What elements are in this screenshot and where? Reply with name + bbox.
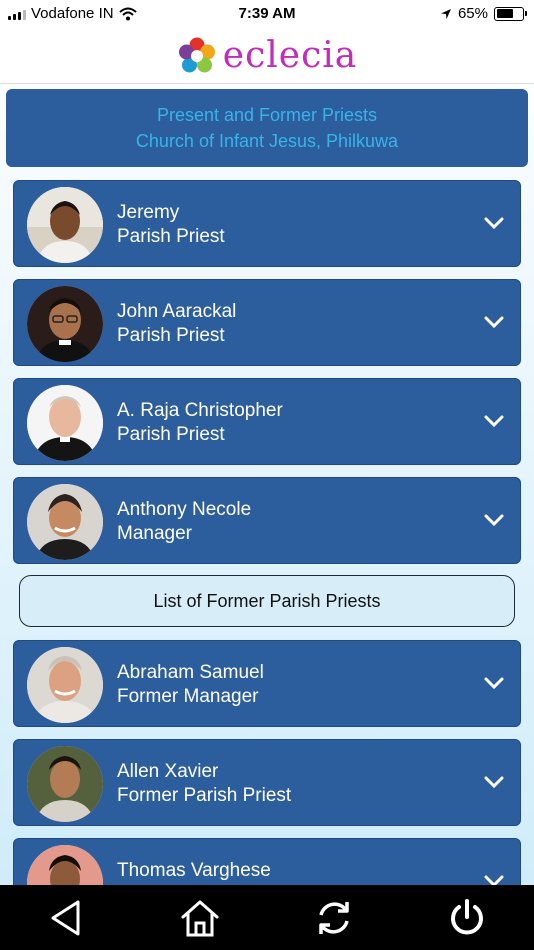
power-icon bbox=[451, 898, 484, 934]
back-triangle-icon bbox=[51, 900, 80, 935]
priest-card[interactable]: Jeremy Parish Priest bbox=[13, 180, 521, 267]
refresh-icon bbox=[319, 901, 349, 934]
priest-name: Jeremy bbox=[117, 202, 180, 223]
battery-percentage: 65% bbox=[457, 5, 488, 22]
home-button[interactable] bbox=[170, 893, 230, 943]
title-card: Present and Former Priests Church of Inf… bbox=[6, 89, 528, 167]
app-header: eclecia bbox=[0, 28, 534, 84]
priest-name: Allen Xavier bbox=[117, 761, 219, 782]
chevron-down-icon[interactable] bbox=[484, 315, 504, 329]
refresh-button[interactable] bbox=[304, 893, 364, 943]
priest-card[interactable]: Allen Xavier Former Parish Priest bbox=[13, 739, 521, 826]
former-priests-section-button[interactable]: List of Former Parish Priests bbox=[19, 575, 515, 627]
priest-role: Parish Priest bbox=[117, 325, 225, 346]
chevron-down-icon[interactable] bbox=[484, 775, 504, 789]
avatar bbox=[27, 647, 103, 723]
priest-role: Former Parish Priest bbox=[117, 785, 292, 806]
priest-card[interactable]: A. Raja Christopher Parish Priest bbox=[13, 378, 521, 465]
priest-name: A. Raja Christopher bbox=[117, 400, 283, 421]
chevron-down-icon[interactable] bbox=[484, 216, 504, 230]
avatar bbox=[27, 484, 103, 560]
priest-name: John Aarackal bbox=[117, 301, 237, 322]
battery-icon bbox=[494, 6, 527, 21]
priest-name: Thomas Varghese bbox=[117, 860, 271, 881]
status-right: 65% bbox=[440, 5, 527, 22]
priest-role: Parish Priest bbox=[117, 226, 225, 247]
priest-role: Former Manager bbox=[117, 686, 259, 707]
priest-card[interactable]: John Aarackal Parish Priest bbox=[13, 279, 521, 366]
location-arrow-icon bbox=[440, 8, 451, 19]
priest-role: Manager bbox=[117, 523, 192, 544]
back-button[interactable] bbox=[37, 893, 97, 943]
avatar bbox=[27, 286, 103, 362]
bottom-nav bbox=[0, 885, 534, 950]
power-button[interactable] bbox=[437, 893, 497, 943]
home-icon bbox=[181, 900, 219, 936]
status-bar: Vodafone IN 7:39 AM 65% bbox=[0, 0, 534, 28]
priest-role: Parish Priest bbox=[117, 424, 225, 445]
church-name: Church of Infant Jesus, Philkuwa bbox=[135, 131, 399, 151]
chevron-down-icon[interactable] bbox=[484, 414, 504, 428]
chevron-down-icon[interactable] bbox=[484, 676, 504, 690]
priest-name: Anthony Necole bbox=[117, 499, 252, 520]
priest-name: Abraham Samuel bbox=[117, 662, 264, 683]
brand-name: eclecia bbox=[222, 34, 358, 76]
avatar bbox=[27, 385, 103, 461]
avatar bbox=[27, 187, 103, 263]
priest-card[interactable]: Anthony Necole Manager bbox=[13, 477, 521, 564]
priest-card[interactable]: Abraham Samuel Former Manager bbox=[13, 640, 521, 727]
section-label: List of Former Parish Priests bbox=[153, 590, 381, 611]
avatar bbox=[27, 746, 103, 822]
colorful-circles-logo-icon bbox=[178, 37, 215, 72]
chevron-down-icon[interactable] bbox=[484, 513, 504, 527]
page-title: Present and Former Priests bbox=[156, 105, 378, 125]
